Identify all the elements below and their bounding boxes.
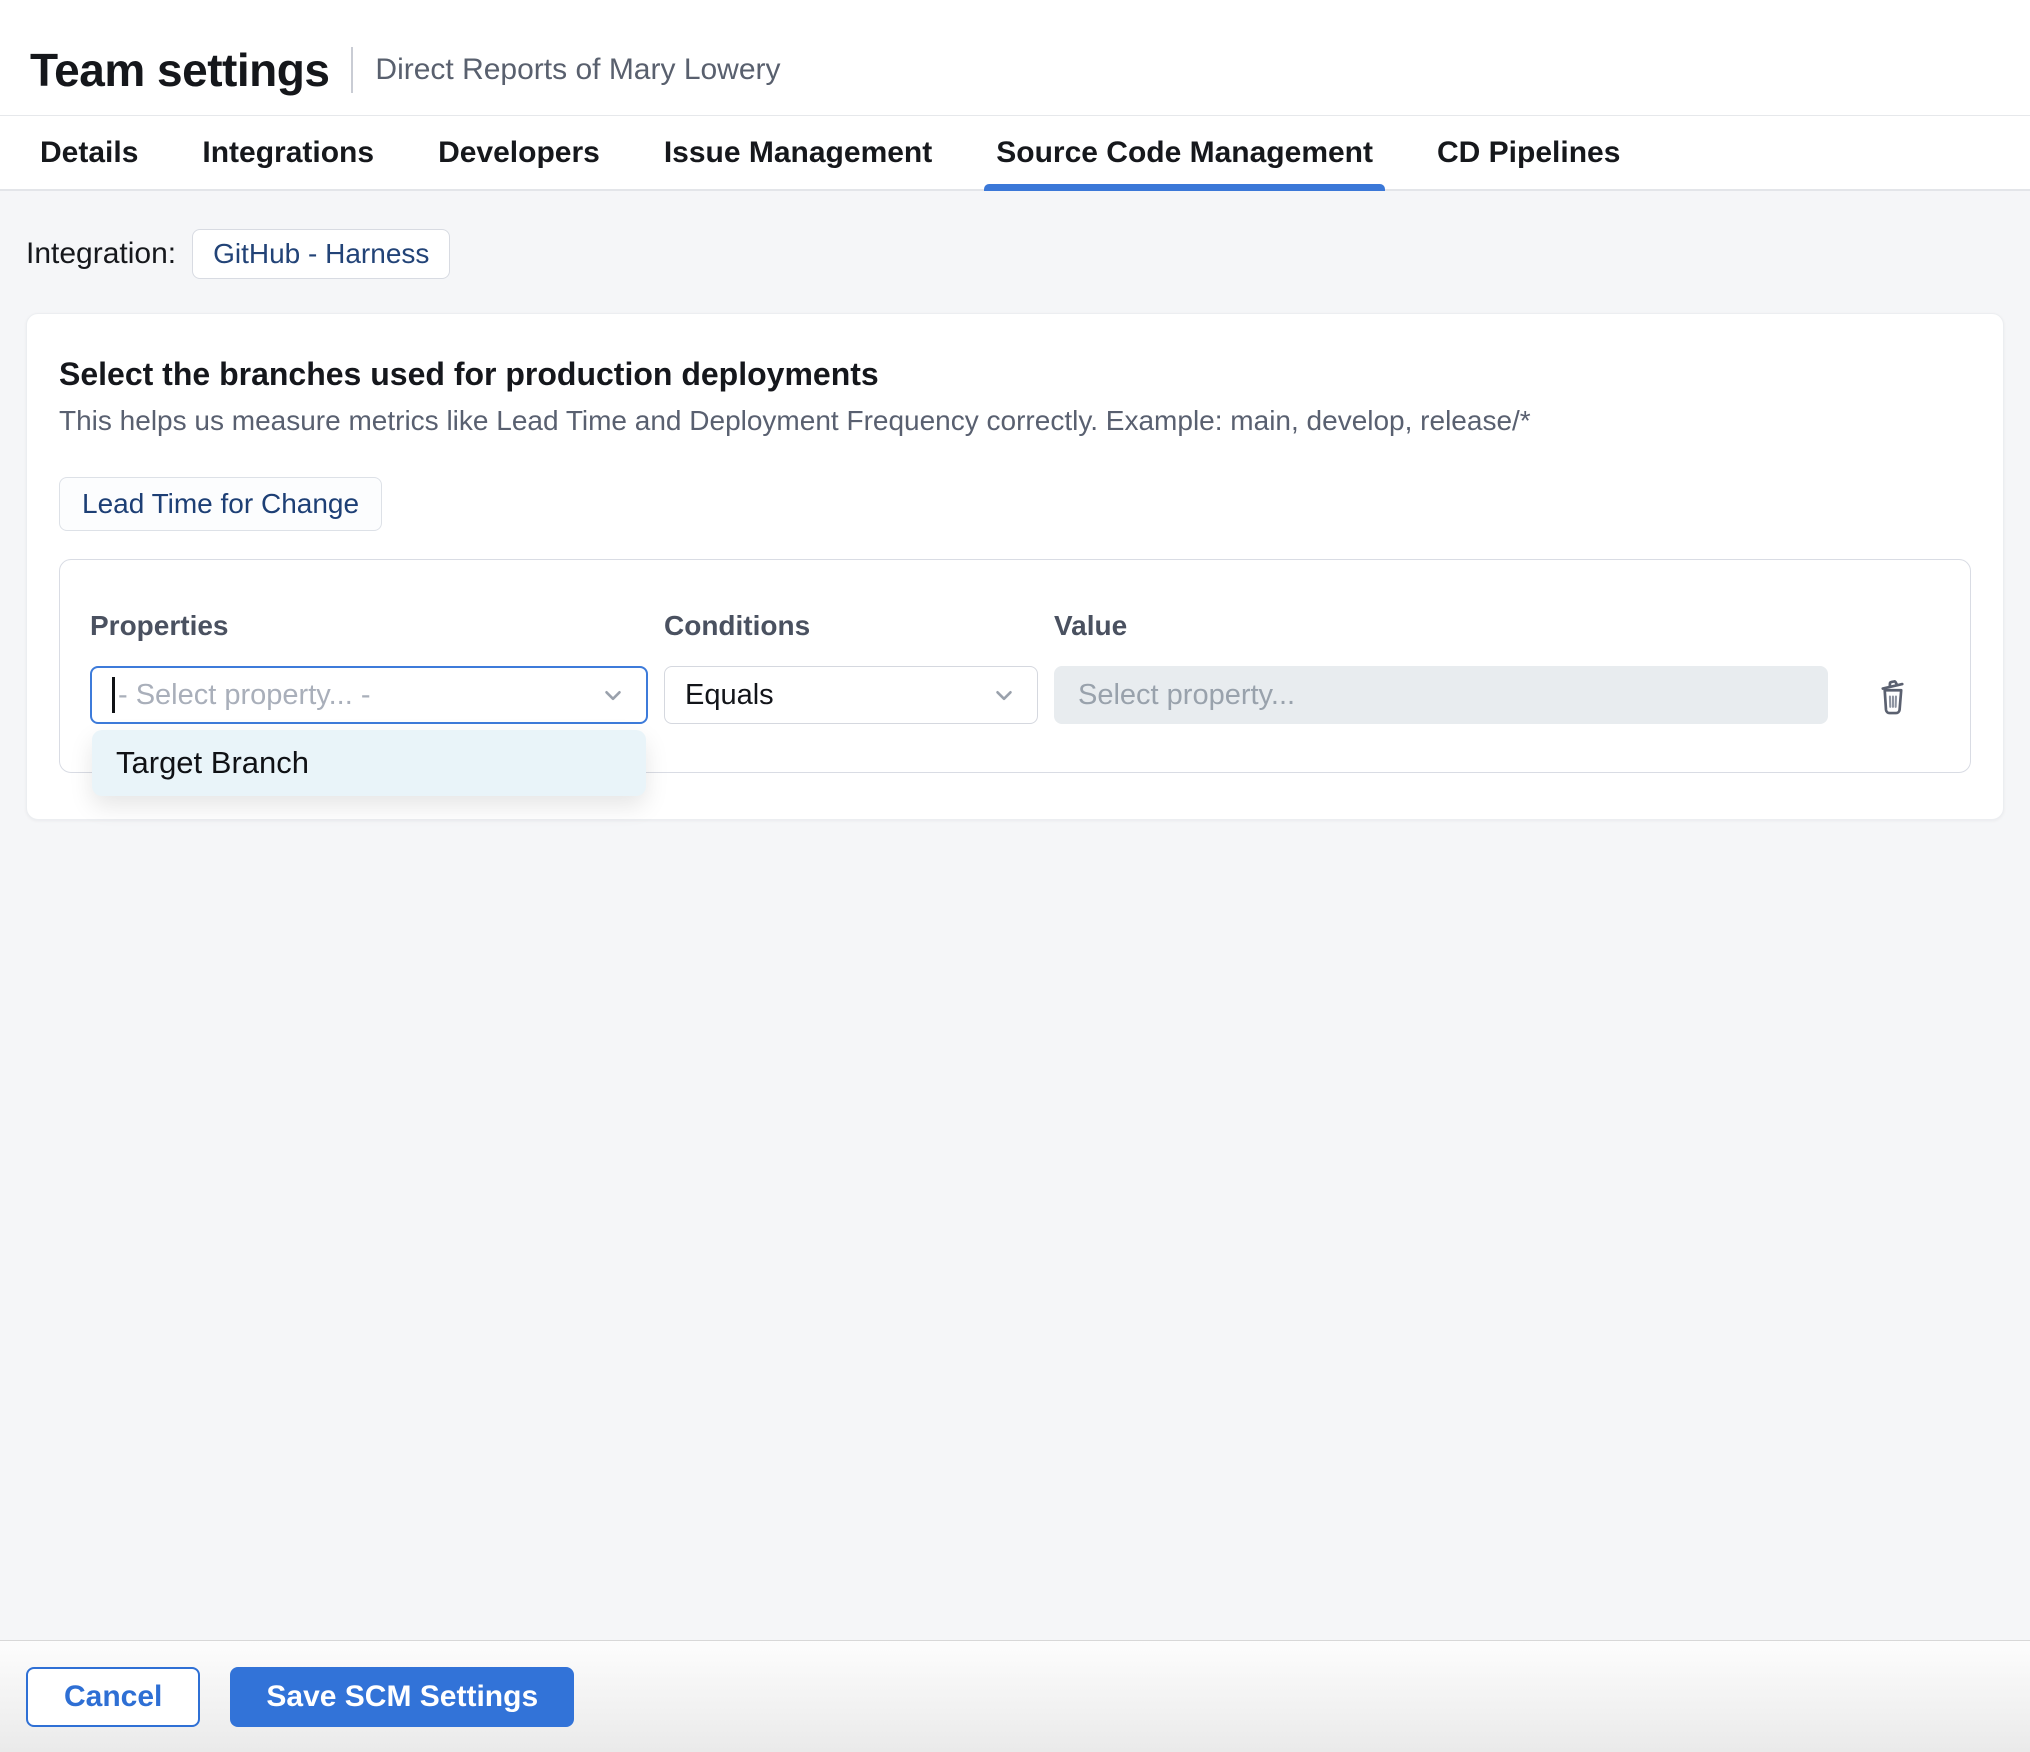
main-content: Integration: GitHub - Harness Select the…	[0, 191, 2030, 1640]
tab-cd-pipelines[interactable]: CD Pipelines	[1437, 116, 1620, 189]
page-subtitle: Direct Reports of Mary Lowery	[375, 52, 781, 86]
save-scm-settings-button[interactable]: Save SCM Settings	[230, 1666, 575, 1727]
trash-icon	[1881, 680, 1904, 715]
conditions-column-label: Conditions	[664, 610, 811, 641]
property-select-placeholder: - Select property... -	[118, 678, 371, 711]
card-description: This helps us measure metrics like Lead …	[59, 405, 1531, 436]
tab-issue-management[interactable]: Issue Management	[664, 116, 932, 189]
properties-column-label: Properties	[90, 610, 229, 641]
lead-time-for-change-tag[interactable]: Lead Time for Change	[59, 477, 383, 531]
integration-label: Integration:	[26, 237, 177, 270]
action-footer: Cancel Save SCM Settings	[0, 1640, 2030, 1752]
integration-row: Integration: GitHub - Harness	[26, 229, 2004, 279]
tab-details[interactable]: Details	[40, 116, 138, 189]
tab-bar: Details Integrations Developers Issue Ma…	[0, 115, 2030, 191]
value-input[interactable]	[1054, 666, 1828, 724]
card-heading: Select the branches used for production …	[59, 356, 879, 392]
cancel-button[interactable]: Cancel	[26, 1666, 201, 1727]
tab-developers[interactable]: Developers	[438, 116, 600, 189]
page-header: Team settings Direct Reports of Mary Low…	[0, 0, 2030, 115]
rule-panel: Properties Conditions Value - Select pro…	[59, 559, 1971, 796]
property-select[interactable]: - Select property... - Target Branch	[90, 666, 648, 796]
chevron-down-icon	[605, 690, 621, 701]
tab-integrations[interactable]: Integrations	[202, 116, 374, 189]
page-title: Team settings	[30, 43, 330, 96]
delete-rule-button[interactable]	[1867, 668, 1917, 722]
value-column-label: Value	[1054, 610, 1128, 641]
integration-chip[interactable]: GitHub - Harness	[192, 229, 451, 279]
dropdown-option-target-branch[interactable]: Target Branch	[92, 730, 646, 796]
text-caret	[112, 677, 115, 713]
title-divider	[351, 46, 354, 93]
property-dropdown: Target Branch	[92, 730, 646, 796]
tab-source-code-management[interactable]: Source Code Management	[984, 116, 1385, 191]
condition-select-value: Equals	[685, 678, 774, 711]
chevron-down-icon	[996, 690, 1012, 701]
condition-select[interactable]: Equals	[664, 666, 1038, 724]
scm-settings-card: Select the branches used for production …	[26, 313, 2004, 820]
